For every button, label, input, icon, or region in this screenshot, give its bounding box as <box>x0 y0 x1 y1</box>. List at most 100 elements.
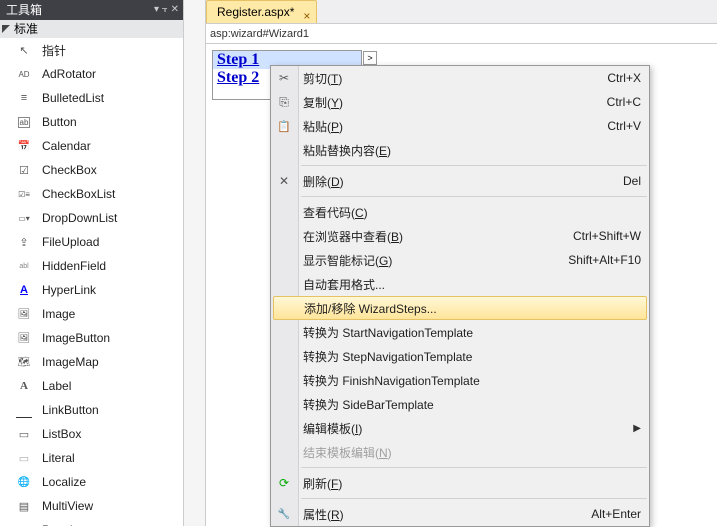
menu-item-label: 转换为 StartNavigationTemplate <box>303 324 641 341</box>
toolbox-item[interactable]: MultiView <box>0 494 183 518</box>
toolbox-item[interactable]: DropDownList <box>0 206 183 230</box>
toolbox-item[interactable]: CheckBox <box>0 158 183 182</box>
menu-item[interactable]: 查看代码(C) <box>271 200 649 224</box>
toolbox-item[interactable]: Image <box>0 302 183 326</box>
toolbox-item[interactable]: HiddenField <box>0 254 183 278</box>
bulletedlist-icon <box>16 90 32 106</box>
toolbox-list: 指针AdRotatorBulletedListButtonCalendarChe… <box>0 38 183 526</box>
menu-item[interactable]: 转换为 StepNavigationTemplate <box>271 344 649 368</box>
menu-item[interactable]: 添加/移除 WizardSteps... <box>273 296 647 320</box>
toolbox-item[interactable]: AdRotator <box>0 62 183 86</box>
toolbox-category-label: 标准 <box>14 20 38 38</box>
menu-item-label: 刷新(F) <box>303 475 641 492</box>
menu-item[interactable]: 剪切(T)Ctrl+X <box>271 66 649 90</box>
toolbox-item[interactable]: BulletedList <box>0 86 183 110</box>
menu-item[interactable]: 刷新(F) <box>271 471 649 495</box>
toolbox-item[interactable]: Button <box>0 110 183 134</box>
document-tabs: Register.aspx* × <box>206 0 717 24</box>
toolbox-item[interactable]: LinkButton <box>0 398 183 422</box>
button-icon <box>16 114 32 130</box>
toolbox-item-label: AdRotator <box>42 67 96 81</box>
label-icon <box>16 378 32 394</box>
menu-item[interactable]: 在浏览器中查看(B)Ctrl+Shift+W <box>271 224 649 248</box>
menu-separator <box>301 196 647 197</box>
toolbox-item[interactable]: Localize <box>0 470 183 494</box>
breadcrumb[interactable]: asp:wizard#Wizard1 <box>206 24 717 44</box>
menu-item-shortcut: Ctrl+Shift+W <box>573 229 641 243</box>
menu-item-icon <box>276 118 292 134</box>
menu-item[interactable]: 转换为 SideBarTemplate <box>271 392 649 416</box>
menu-item-label: 结束模板编辑(N) <box>303 444 641 461</box>
menu-separator <box>301 467 647 468</box>
menu-item[interactable]: 属性(R)Alt+Enter <box>271 502 649 526</box>
dropdownlist-icon <box>16 210 32 226</box>
menu-item[interactable]: 编辑模板(I)▶ <box>271 416 649 440</box>
toolbox-item[interactable]: Label <box>0 374 183 398</box>
menu-item[interactable]: 粘贴替换内容(E) <box>271 138 649 162</box>
menu-item-label: 属性(R) <box>303 506 591 523</box>
hyperlink-icon <box>16 282 32 298</box>
tab-label: Register.aspx* <box>217 5 294 19</box>
toolbox-item-label: Image <box>42 307 75 321</box>
menu-item-label: 查看代码(C) <box>303 204 641 221</box>
menu-item-label: 粘贴替换内容(E) <box>303 142 641 159</box>
menu-separator <box>301 165 647 166</box>
toolbox-item-label: HyperLink <box>42 283 96 297</box>
toolbox-item[interactable]: ListBox <box>0 422 183 446</box>
menu-item[interactable]: 自动套用格式... <box>271 272 649 296</box>
multiview-icon <box>16 498 32 514</box>
指针-icon <box>16 42 32 58</box>
menu-item-shortcut: Alt+Enter <box>591 507 641 521</box>
menu-separator <box>301 498 647 499</box>
menu-item[interactable]: 转换为 StartNavigationTemplate <box>271 320 649 344</box>
toolbox-item-label: 指针 <box>42 42 66 59</box>
menu-item[interactable]: 粘贴(P)Ctrl+V <box>271 114 649 138</box>
document-tab-active[interactable]: Register.aspx* × <box>206 0 317 23</box>
menu-item[interactable]: 删除(D)Del <box>271 169 649 193</box>
context-menu: 剪切(T)Ctrl+X复制(Y)Ctrl+C粘贴(P)Ctrl+V 粘贴替换内容(… <box>270 65 650 527</box>
menu-item-label: 粘贴(P) <box>303 118 607 135</box>
toolbox-item[interactable]: FileUpload <box>0 230 183 254</box>
menu-item-label: 在浏览器中查看(B) <box>303 228 573 245</box>
menu-item-label: 转换为 SideBarTemplate <box>303 396 641 413</box>
toolbox-item[interactable]: ImageButton <box>0 326 183 350</box>
toolbox-item-label: CheckBoxList <box>42 187 115 201</box>
menu-item-icon <box>276 70 292 86</box>
menu-item-shortcut: Shift+Alt+F10 <box>568 253 641 267</box>
menu-item-icon <box>276 94 292 110</box>
menu-item: 结束模板编辑(N) <box>271 440 649 464</box>
image-icon <box>16 306 32 322</box>
gutter <box>184 0 206 526</box>
close-icon[interactable]: × <box>303 5 310 27</box>
toolbox-item-label: Literal <box>42 451 75 465</box>
toolbox-item-label: BulletedList <box>42 91 104 105</box>
linkbutton-icon <box>16 402 32 418</box>
listbox-icon <box>16 426 32 442</box>
menu-item[interactable]: 显示智能标记(G)Shift+Alt+F10 <box>271 248 649 272</box>
toolbox-item[interactable]: 指针 <box>0 38 183 62</box>
toolbox-item-label: DropDownList <box>42 211 117 225</box>
imagemap-icon <box>16 354 32 370</box>
toolbox-title: 工具箱 <box>6 0 42 20</box>
smart-tag-handle[interactable]: > <box>363 51 377 65</box>
submenu-arrow-icon: ▶ <box>633 423 641 434</box>
toolbox-item[interactable]: CheckBoxList <box>0 182 183 206</box>
toolbox-item[interactable]: HyperLink <box>0 278 183 302</box>
toolbox-item[interactable]: ImageMap <box>0 350 183 374</box>
menu-item-label: 编辑模板(I) <box>303 420 633 437</box>
toolbox-item[interactable]: Calendar <box>0 134 183 158</box>
hiddenfield-icon <box>16 258 32 274</box>
toolbox-item[interactable]: Literal <box>0 446 183 470</box>
imagebutton-icon <box>16 330 32 346</box>
menu-item-label: 显示智能标记(G) <box>303 252 568 269</box>
menu-item[interactable]: 转换为 FinishNavigationTemplate <box>271 368 649 392</box>
calendar-icon <box>16 138 32 154</box>
toolbox-item-label: FileUpload <box>42 235 99 249</box>
menu-item[interactable]: 复制(Y)Ctrl+C <box>271 90 649 114</box>
toolbox-window-controls[interactable]: ▾ ⫟ ✕ <box>154 0 183 20</box>
menu-item-shortcut: Ctrl+C <box>607 95 641 109</box>
toolbox-title-bar: 工具箱 ▾ ⫟ ✕ <box>0 0 183 20</box>
toolbox-category-header[interactable]: 标准 <box>0 20 183 38</box>
toolbox-item[interactable]: Panel <box>0 518 183 526</box>
checkbox-icon <box>16 162 32 178</box>
